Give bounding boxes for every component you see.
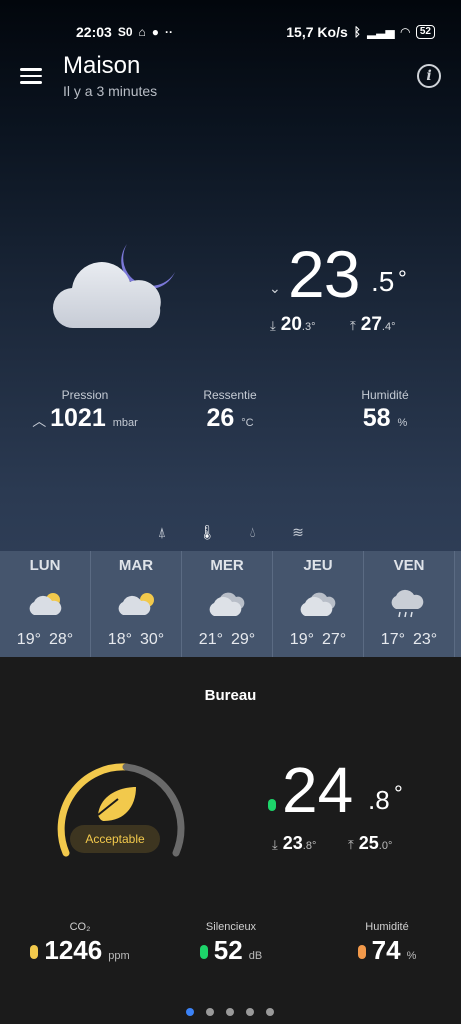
last-update: Il y a 3 minutes: [63, 83, 158, 99]
max-temp: ⤒ 27.4°: [350, 314, 396, 335]
pressure-metric: Pression ︿ 1021 mbar: [30, 388, 140, 433]
trees-icon: ⍋: [157, 524, 167, 540]
forecast-day[interactable]: VEN 17° 23°: [364, 551, 455, 657]
info-icon: i: [426, 68, 432, 84]
sun-cloud-icon: [118, 593, 154, 615]
arrow-up-icon: ⤒: [350, 318, 356, 333]
pressure-value: 1021: [50, 404, 106, 432]
room-humidity-value: 74: [371, 935, 401, 965]
arrow-down-icon: ⤓: [272, 837, 278, 852]
bluetooth-icon: ᛒ: [353, 25, 361, 39]
cloudy-icon: [209, 592, 245, 616]
room-humidity-label: Humidité: [365, 921, 409, 933]
noise-value: 52: [213, 935, 243, 965]
arrow-up-icon: ⤒: [348, 837, 354, 852]
room-temperature: 24 .8 ° ⤓ 23.8° ⤒ 25.0°: [264, 753, 454, 863]
trend-down-icon: ⌄: [269, 280, 281, 296]
info-button[interactable]: i: [417, 64, 441, 88]
forecast-tabs: ⍋ 🌡︎ 💧︎ ≋: [150, 520, 310, 544]
temp-unit: °: [398, 266, 407, 291]
co2-status-dot: [30, 945, 39, 959]
humidity-value: 58: [362, 404, 391, 432]
page-dot[interactable]: [186, 1008, 194, 1016]
arrow-down-icon: ⤓: [270, 318, 276, 333]
pressure-label: Pression: [61, 388, 109, 402]
feels-like-value: 26: [206, 404, 235, 432]
current-temperature: ⌄ 23 .5 ° ⤓ 20.3° ⤒ 27.4°: [268, 236, 448, 346]
status-time: 22:03: [76, 24, 112, 40]
temp-integer: 23: [288, 237, 360, 311]
noise-unit: dB: [248, 950, 263, 962]
air-quality-status: Acceptable: [70, 825, 160, 853]
tab-wind[interactable]: ≋: [286, 520, 310, 544]
page-dot[interactable]: [266, 1008, 274, 1016]
leaf-icon: [98, 787, 136, 821]
feels-like-label: Ressentie: [203, 388, 257, 402]
home-icon: ⌂: [138, 25, 146, 39]
so-icon: S0: [117, 25, 133, 39]
humidity-unit: %: [397, 417, 408, 429]
humidity-label: Humidité: [361, 388, 409, 402]
forecast-day[interactable]: MER 21° 29°: [182, 551, 273, 657]
cloudy-icon: [300, 592, 336, 616]
page-dot[interactable]: [226, 1008, 234, 1016]
temp-unit: °: [394, 781, 403, 806]
menu-button[interactable]: [20, 68, 42, 84]
forecast-day[interactable]: JEU 19° 27°: [273, 551, 364, 657]
page-dot[interactable]: [206, 1008, 214, 1016]
tab-temperature[interactable]: 🌡︎: [195, 520, 219, 544]
wind-icon: ≋: [292, 524, 304, 540]
tab-overview[interactable]: ⍋: [150, 520, 174, 544]
record-icon: ●: [151, 25, 159, 39]
page-dot[interactable]: [246, 1008, 254, 1016]
menu-icon: [20, 68, 42, 71]
room-title: Bureau: [204, 687, 257, 704]
feels-like-unit: °C: [241, 417, 254, 429]
humidity-status-dot: [357, 945, 366, 959]
indoor-panel: Bureau Acceptable 24 .8 ° ⤓ 23.8° ⤒ 25.0° …: [0, 657, 461, 1024]
co2-metric: CO₂ 1246 ppm: [20, 921, 140, 966]
page-indicator: [186, 1008, 274, 1016]
noise-status-dot: [199, 945, 208, 959]
tab-rain[interactable]: 💧︎: [241, 520, 265, 544]
co2-value: 1246: [44, 935, 103, 965]
temp-decimal: .8: [368, 785, 390, 815]
pressure-unit: mbar: [112, 417, 138, 429]
humidity-metric: Humidité 58 %: [340, 388, 430, 433]
co2-unit: ppm: [108, 950, 130, 962]
daily-forecast: LUN 19° 28° MAR 18° 30° MER 21° 29° JEU 19°…: [0, 551, 461, 657]
forecast-day[interactable]: MAR 18° 30°: [91, 551, 182, 657]
min-temp: ⤓ 20.3°: [270, 314, 316, 335]
wifi-icon: ◠: [400, 25, 410, 39]
status-bar: 22:03 S0 ⌂ ● ·· 15,7 Ko/s ᛒ ▂▃▅ ◠ 52: [0, 20, 461, 44]
cloudy-night-icon: [52, 244, 175, 329]
trend-up-icon: ︿: [32, 413, 51, 429]
rain-icon: [391, 589, 424, 618]
drop-icon: 💧︎: [249, 524, 256, 540]
more-dots-icon: ··: [165, 25, 173, 39]
sun-cloud-icon: [29, 593, 62, 615]
room-humidity-metric: Humidité 74 %: [342, 921, 432, 966]
min-temp: ⤓ 23.8°: [272, 833, 317, 853]
noise-metric: Silencieux 52 dB: [186, 921, 276, 966]
max-temp: ⤒ 25.0°: [348, 833, 393, 853]
network-speed: 15,7 Ko/s: [286, 24, 348, 40]
noise-label: Silencieux: [205, 921, 257, 933]
page-title: Maison: [63, 52, 141, 79]
battery-icon: 52: [415, 25, 435, 39]
temp-integer: 24: [282, 754, 354, 826]
room-humidity-unit: %: [406, 950, 417, 962]
outdoor-panel: 22:03 S0 ⌂ ● ·· 15,7 Ko/s ᛒ ▂▃▅ ◠ 52 Mai…: [0, 0, 461, 657]
feels-like-metric: Ressentie 26 °C: [185, 388, 275, 433]
co2-label: CO₂: [69, 921, 91, 933]
temp-decimal: .5: [371, 266, 395, 297]
thermometer-icon: 🌡︎: [198, 524, 217, 540]
forecast-day[interactable]: LUN 19° 28°: [0, 551, 91, 657]
app-header: Maison Il y a 3 minutes i: [0, 52, 461, 108]
signal-icon: ▂▃▅: [366, 25, 395, 39]
status-dot: [268, 799, 276, 811]
